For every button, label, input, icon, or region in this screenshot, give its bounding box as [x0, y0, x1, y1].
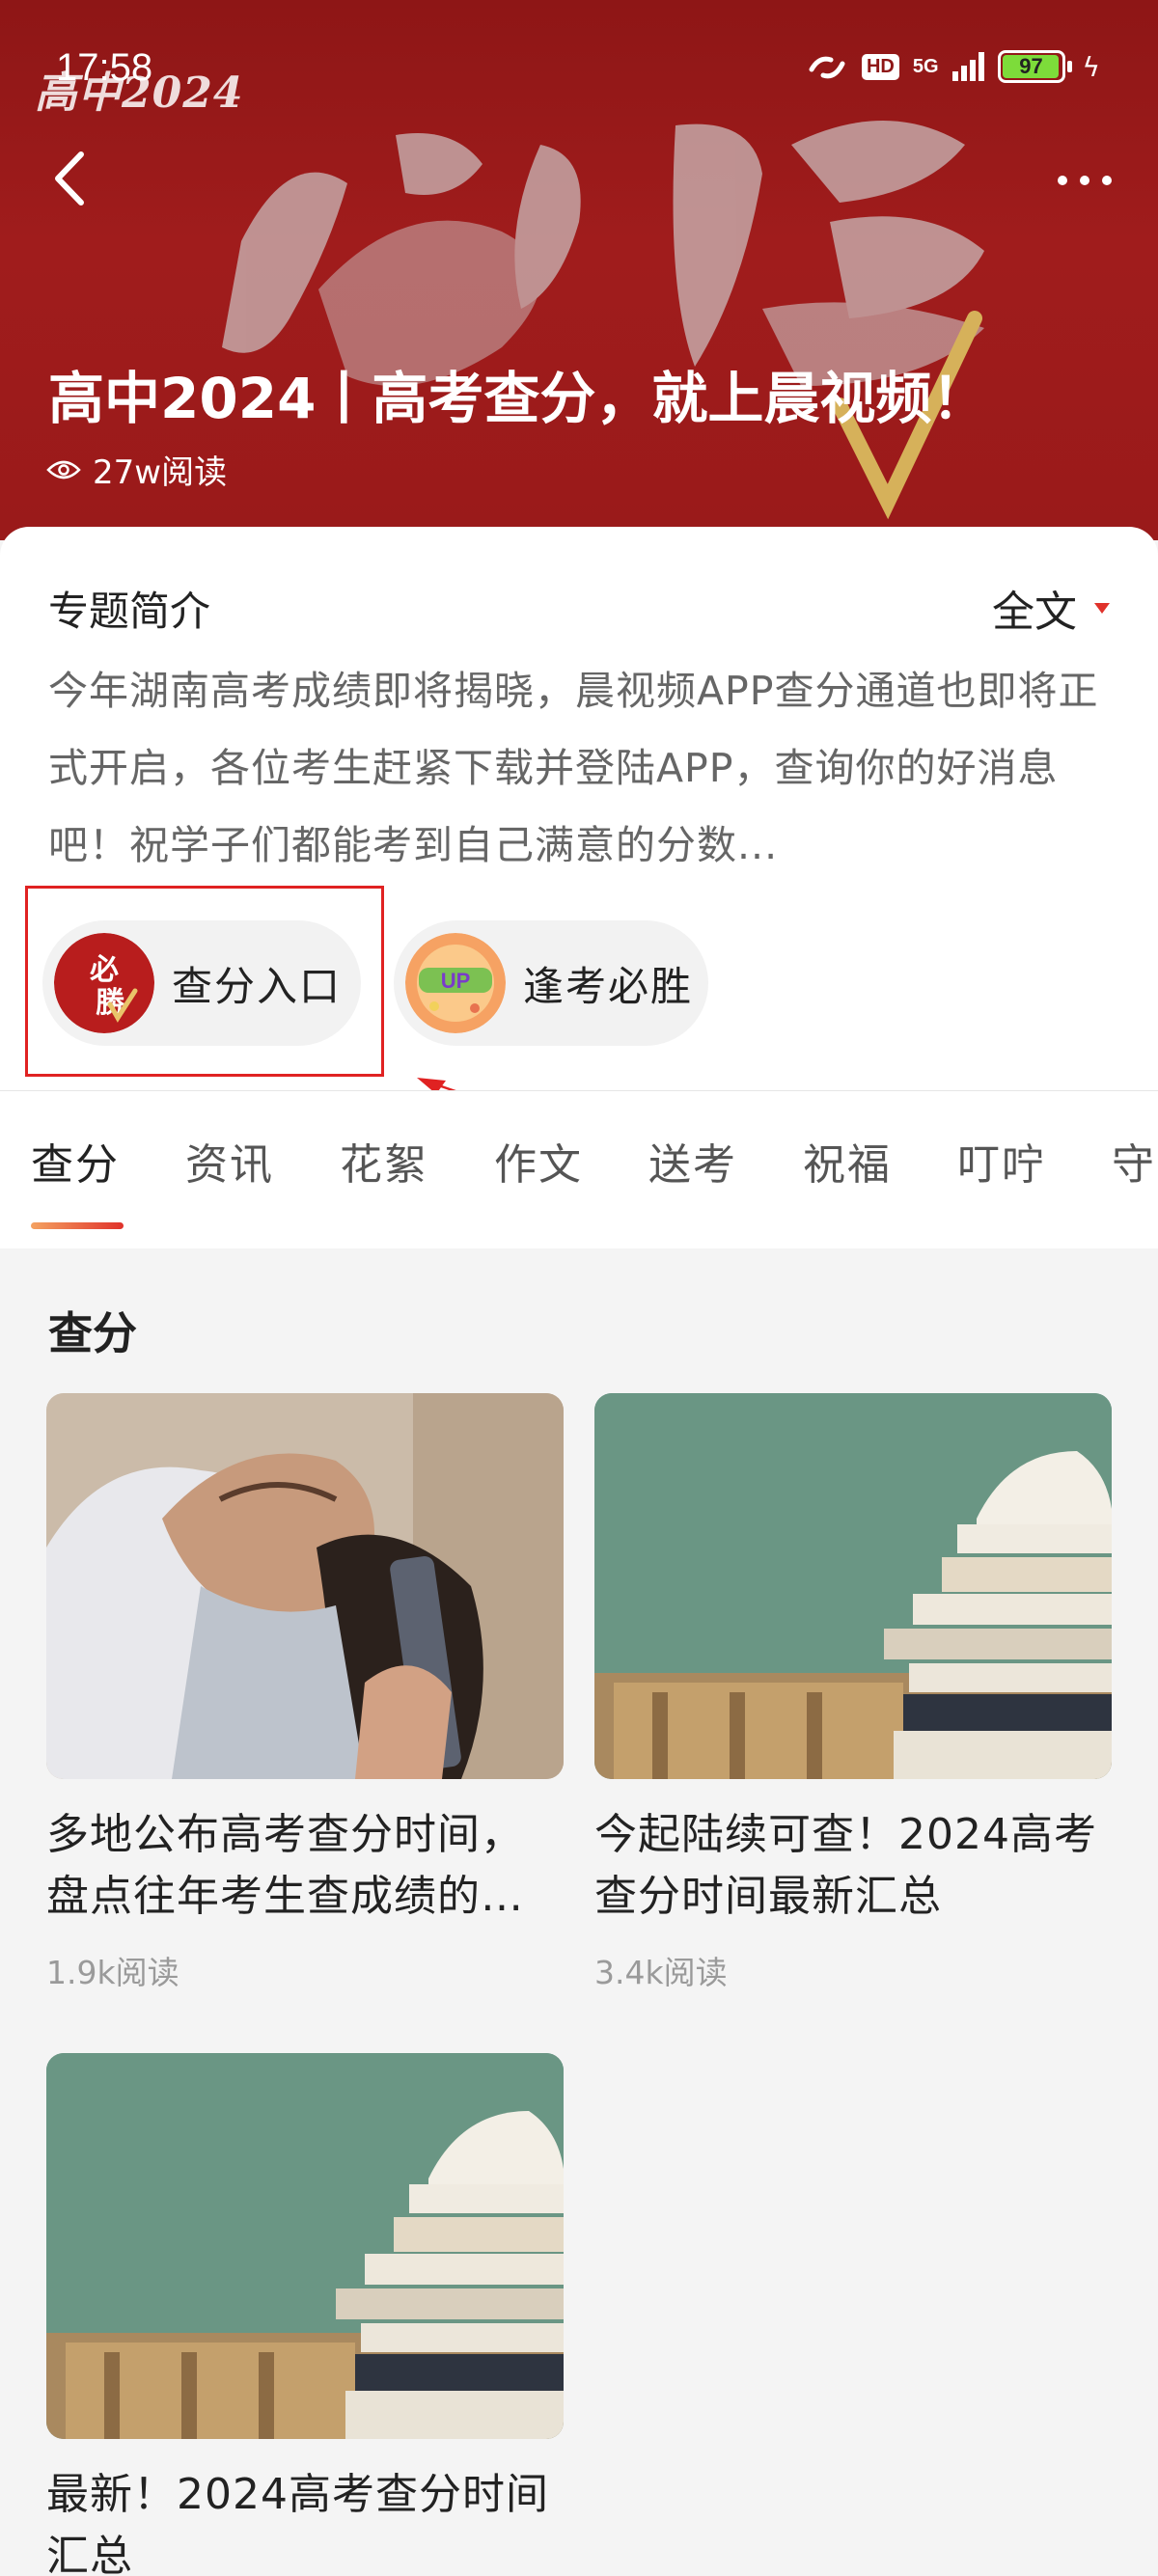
back-button[interactable] — [42, 145, 100, 212]
status-bar: 高中2024 17:58 HD 5G 97 ϟ — [0, 0, 1158, 135]
tab-huaxu[interactable]: 花絮 — [340, 1130, 428, 1192]
tab-shou[interactable]: 守 — [1112, 1130, 1156, 1192]
kaoshi-up-icon: UP — [405, 933, 506, 1033]
status-time: 17:58 — [56, 46, 153, 89]
network-type: 5G — [912, 56, 939, 77]
feed-card-title: 多地公布高考查分时间，盘点往年考生查成绩的… — [46, 1810, 524, 1921]
chip-label: 逢考必胜 — [523, 962, 694, 1010]
feed-card-title: 今起陆续可查！2024高考查分时间最新汇总 — [594, 1810, 1097, 1921]
battery-level: 97 — [1019, 54, 1043, 78]
intro-text: 今年湖南高考成绩即将揭晓，晨视频APP查分通道也即将正式开启，各位考生赶紧下载并… — [48, 668, 1099, 868]
battery-icon: 97 — [997, 50, 1072, 83]
books-chalkboard-photo — [594, 1393, 1112, 1779]
category-tabs: 查分 资讯 花絮 作文 送考 祝福 叮咛 守 — [0, 1090, 1158, 1248]
section-title: 查分 — [48, 1307, 137, 1359]
books-chalkboard-photo — [46, 2053, 564, 2439]
page-title: 高中2024丨高考查分，就上晨视频！ — [48, 366, 988, 431]
student-crying-photo — [46, 1393, 564, 1779]
tab-zuowen[interactable]: 作文 — [494, 1130, 583, 1192]
charging-icon: ϟ — [1082, 50, 1100, 83]
hd-badge: HD — [861, 53, 899, 80]
feed-card[interactable]: 多地公布高考查分时间，盘点往年考生查成绩的… 1.9k阅读 — [46, 1393, 564, 1993]
tab-dingning[interactable]: 叮咛 — [957, 1130, 1046, 1192]
feed-card-reads: 1.9k阅读 — [46, 1954, 179, 1991]
feed-card-title: 最新！2024高考查分时间汇总 — [46, 2470, 549, 2576]
feed-card-reads: 3.4k阅读 — [594, 1954, 728, 1991]
more-dot-icon — [1080, 176, 1089, 185]
more-options-button[interactable] — [1046, 159, 1123, 202]
wifi-link-icon — [809, 56, 845, 79]
annotation-highlight-box — [25, 886, 384, 1077]
status-icons: HD 5G 97 ϟ — [806, 50, 1100, 83]
hero-read-count-text: 27w阅读 — [93, 453, 228, 492]
hero-banner: 高中2024 17:58 HD 5G 97 ϟ 高中2024丨高考查分，就上晨视 — [0, 0, 1158, 540]
feed-card[interactable]: 今起陆续可查！2024高考查分时间最新汇总 3.4k阅读 — [594, 1393, 1112, 1993]
feed-card[interactable]: 最新！2024高考查分时间汇总 — [46, 2053, 564, 2576]
fulltext-label: 全文 — [992, 588, 1077, 637]
chevron-left-icon — [55, 151, 84, 206]
caret-down-icon — [1094, 602, 1110, 614]
feed-section: 查分 多地公布高考查分时间，盘点往年考生查成绩的… 1.9k阅读 今起陆续可查！… — [0, 1248, 1158, 2576]
eye-icon — [46, 460, 81, 479]
tab-zhufu[interactable]: 祝福 — [803, 1130, 892, 1192]
active-tab-indicator — [31, 1222, 124, 1229]
chip-exam-luck[interactable]: UP 逢考必胜 — [394, 920, 708, 1046]
more-dot-icon — [1058, 176, 1067, 185]
svg-text:UP: UP — [441, 969, 471, 993]
intro-heading: 专题简介 — [48, 588, 211, 635]
fulltext-toggle[interactable]: 全文 — [992, 577, 1110, 639]
tab-chafen[interactable]: 查分 — [31, 1130, 120, 1192]
more-dot-icon — [1102, 176, 1112, 185]
hero-read-count: 27w阅读 — [46, 446, 227, 493]
signal-icon — [951, 52, 984, 81]
tab-songkao[interactable]: 送考 — [648, 1130, 737, 1192]
tab-zixun[interactable]: 资讯 — [185, 1130, 274, 1192]
